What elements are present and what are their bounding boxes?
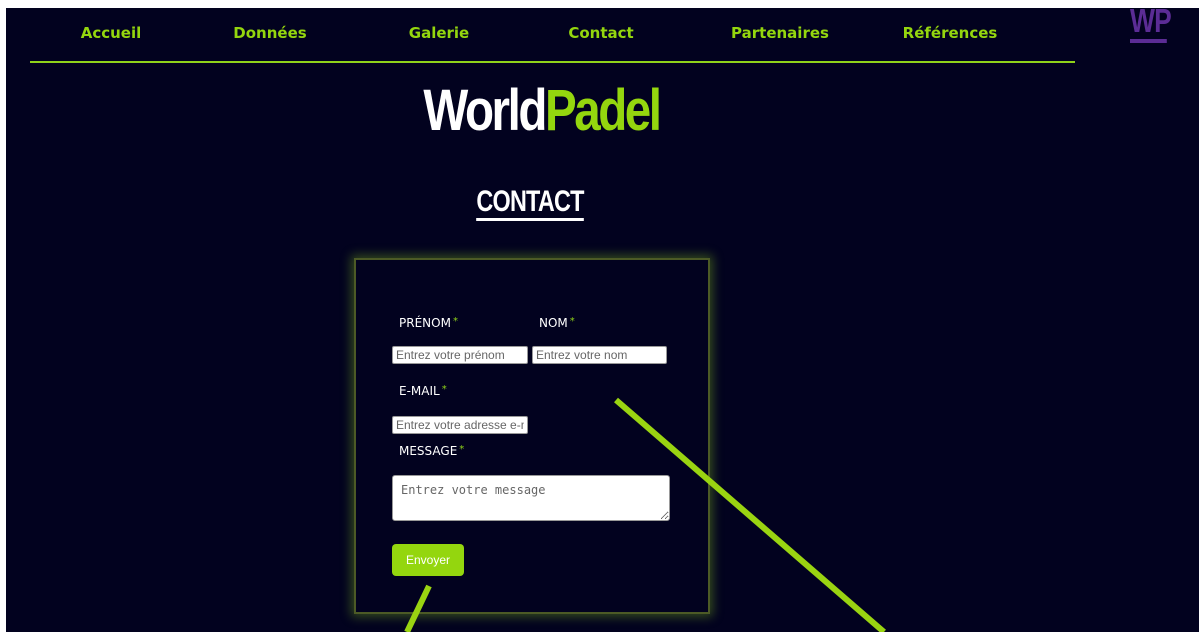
nav-item-references[interactable]: Références bbox=[903, 24, 998, 42]
nav-item-accueil[interactable]: Accueil bbox=[81, 24, 142, 42]
required-mark: * bbox=[459, 444, 465, 455]
page-title-text: CONTACT bbox=[476, 185, 584, 221]
page: Accueil Données Galerie Contact Partenai… bbox=[6, 8, 1199, 632]
required-mark: * bbox=[569, 316, 575, 327]
wp-logo[interactable]: WP bbox=[1130, 8, 1172, 43]
contact-form: PRÉNOM* NOM* E-MAIL* MESSAGE* Envoyer bbox=[354, 258, 710, 614]
message-label: MESSAGE * bbox=[399, 444, 464, 458]
brand-logo: WorldPadel bbox=[423, 78, 662, 143]
message-label-text: MESSAGE bbox=[399, 444, 458, 458]
required-mark: * bbox=[441, 384, 447, 395]
brand-logo-padel: Padel bbox=[544, 78, 662, 143]
message-textarea[interactable] bbox=[392, 475, 670, 521]
firstname-input[interactable] bbox=[392, 346, 528, 364]
lastname-label-text: NOM bbox=[539, 316, 568, 330]
firstname-label-text: PRÉNOM bbox=[399, 316, 451, 330]
lastname-label: NOM * bbox=[539, 316, 575, 330]
nav-item-donnees[interactable]: Données bbox=[233, 24, 306, 42]
firstname-label: PRÉNOM * bbox=[399, 316, 458, 330]
brand-logo-world: World bbox=[423, 78, 547, 143]
wp-logo-underline bbox=[1130, 39, 1167, 43]
send-button[interactable]: Envoyer bbox=[392, 544, 464, 576]
nav-item-partenaires[interactable]: Partenaires bbox=[731, 24, 829, 42]
email-label-text: E-MAIL bbox=[399, 384, 440, 398]
top-navigation: Accueil Données Galerie Contact Partenai… bbox=[30, 8, 1075, 63]
email-label: E-MAIL * bbox=[399, 384, 447, 398]
nav-item-contact[interactable]: Contact bbox=[568, 24, 633, 42]
page-title: CONTACT bbox=[460, 185, 600, 221]
wp-logo-text: WP bbox=[1130, 8, 1172, 39]
email-input[interactable] bbox=[392, 416, 528, 434]
required-mark: * bbox=[452, 316, 458, 327]
nav-item-galerie[interactable]: Galerie bbox=[409, 24, 469, 42]
lastname-input[interactable] bbox=[532, 346, 667, 364]
